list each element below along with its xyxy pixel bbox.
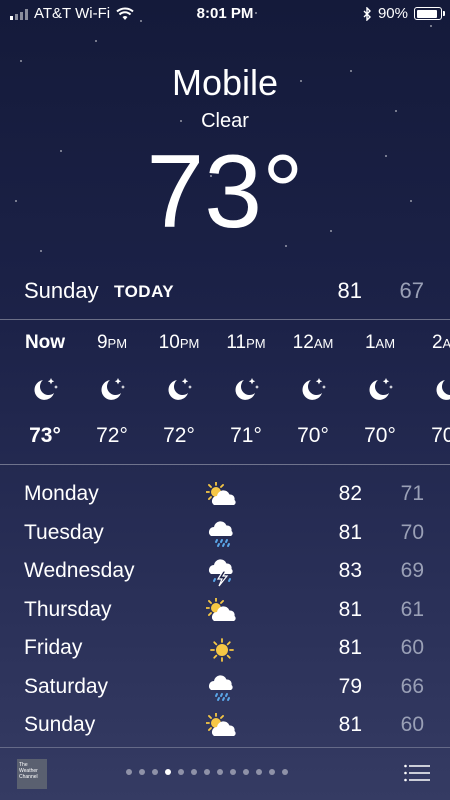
page-indicator[interactable] <box>126 769 288 775</box>
day-name: Wednesday <box>24 559 135 582</box>
page-dot[interactable] <box>204 769 210 775</box>
day-low: 66 <box>400 674 424 698</box>
hourly-forecast[interactable]: Now 73° 9PM 72° 10PM 72° 11PM 71° 12AM 70° 1A… <box>0 320 450 464</box>
day-high: 82 <box>338 482 362 505</box>
hour-label: 1AM <box>364 332 396 353</box>
day-low: 71 <box>400 482 424 505</box>
page-dot[interactable] <box>269 769 275 775</box>
hour-temp: 71° <box>230 424 262 447</box>
day-name: Sunday <box>24 713 96 736</box>
thunderstorm-icon <box>206 559 238 587</box>
day-name: Monday <box>24 482 99 505</box>
page-dot[interactable] <box>230 769 236 775</box>
hour-temp: 70° <box>297 424 329 447</box>
hour-label: 9PM <box>96 332 128 353</box>
hour-temp: 70° <box>364 424 396 447</box>
hour-temp: 72° <box>96 424 128 447</box>
partly-sunny-icon <box>205 712 238 741</box>
city-name: Mobile <box>171 62 279 103</box>
day-low: 60 <box>400 713 424 736</box>
page-dot[interactable] <box>165 769 171 775</box>
daily-row: Sunday 81 60 <box>24 709 424 748</box>
hour-temp: 70° <box>431 424 450 447</box>
hour-temp: 73° <box>29 424 61 447</box>
hourly-item: 1AM 70° <box>345 320 415 464</box>
day-high: 81 <box>338 713 362 736</box>
rain-icon <box>206 674 238 703</box>
battery-percent: 90% <box>377 5 408 22</box>
page-dot[interactable] <box>243 769 249 775</box>
moon-stars-icon <box>412 376 450 402</box>
daily-row: Monday 82 71 <box>24 478 424 517</box>
status-bar: AT&T Wi-Fi 8:01 PM 90% <box>0 0 450 26</box>
day-name: Friday <box>24 636 83 659</box>
hour-label: 12AM <box>292 332 334 353</box>
daily-row: Tuesday 81 70 <box>24 517 424 556</box>
moon-stars-icon <box>278 376 348 402</box>
today-day: Sunday <box>24 278 99 303</box>
day-name: Thursday <box>24 597 112 621</box>
page-dot[interactable] <box>152 769 158 775</box>
day-name: Saturday <box>24 674 109 698</box>
daily-row: Thursday 81 61 <box>24 594 424 633</box>
hourly-item: 12AM 70° <box>278 320 348 464</box>
daily-row: Saturday 79 66 <box>24 671 424 710</box>
day-high: 79 <box>338 674 362 698</box>
day-low: 60 <box>400 636 424 659</box>
weather-channel-logo[interactable]: The Weather Channel <box>17 759 47 789</box>
day-high: 81 <box>338 597 362 621</box>
page-dot[interactable] <box>256 769 262 775</box>
daily-row: Friday 81 60 <box>24 632 424 671</box>
sun-icon <box>206 636 238 664</box>
partly-sunny-icon <box>205 481 238 510</box>
hourly-item: 9PM 72° <box>77 320 147 464</box>
day-high: 81 <box>338 636 362 659</box>
bottom-toolbar: The Weather Channel <box>0 747 450 800</box>
page-dot[interactable] <box>217 769 223 775</box>
moon-stars-icon <box>211 376 281 402</box>
divider <box>0 464 450 465</box>
moon-stars-icon <box>144 376 214 402</box>
page-dot[interactable] <box>178 769 184 775</box>
day-low: 69 <box>400 559 424 582</box>
day-high: 81 <box>338 520 362 544</box>
partly-sunny-icon <box>205 596 238 626</box>
hour-label: 10PM <box>158 332 200 353</box>
battery-icon <box>414 7 445 20</box>
daily-forecast: Monday 82 71 Tuesday 81 70 Wednesday 83 69… <box>24 478 424 748</box>
hour-label: 11PM <box>226 332 266 353</box>
page-dot[interactable] <box>139 769 145 775</box>
current-temperature: 73° <box>146 134 304 250</box>
day-high: 83 <box>338 559 362 582</box>
today-summary: Sunday TODAY 81 67 <box>24 278 424 308</box>
hourly-item: 10PM 72° <box>144 320 214 464</box>
today-tag: TODAY <box>114 282 175 301</box>
rain-icon <box>206 520 238 549</box>
hour-label: 2AM <box>431 332 450 353</box>
moon-stars-icon <box>10 376 80 402</box>
city-list-icon[interactable] <box>404 764 430 782</box>
day-low: 61 <box>400 597 424 621</box>
page-dot[interactable] <box>191 769 197 775</box>
hourly-item: 11PM 71° <box>211 320 281 464</box>
moon-stars-icon <box>345 376 415 402</box>
day-low: 70 <box>400 520 424 544</box>
hourly-item: 2AM 70° <box>412 320 450 464</box>
current-condition: Clear <box>201 110 249 132</box>
hour-label: Now <box>24 332 66 353</box>
moon-stars-icon <box>77 376 147 402</box>
day-name: Tuesday <box>24 520 104 544</box>
bluetooth-icon <box>363 6 371 21</box>
today-high: 81 <box>337 278 362 303</box>
page-dot[interactable] <box>126 769 132 775</box>
hourly-item: Now 73° <box>10 320 80 464</box>
page-dot[interactable] <box>282 769 288 775</box>
hour-temp: 72° <box>163 424 195 447</box>
today-low: 67 <box>399 278 424 303</box>
daily-row: Wednesday 83 69 <box>24 555 424 594</box>
